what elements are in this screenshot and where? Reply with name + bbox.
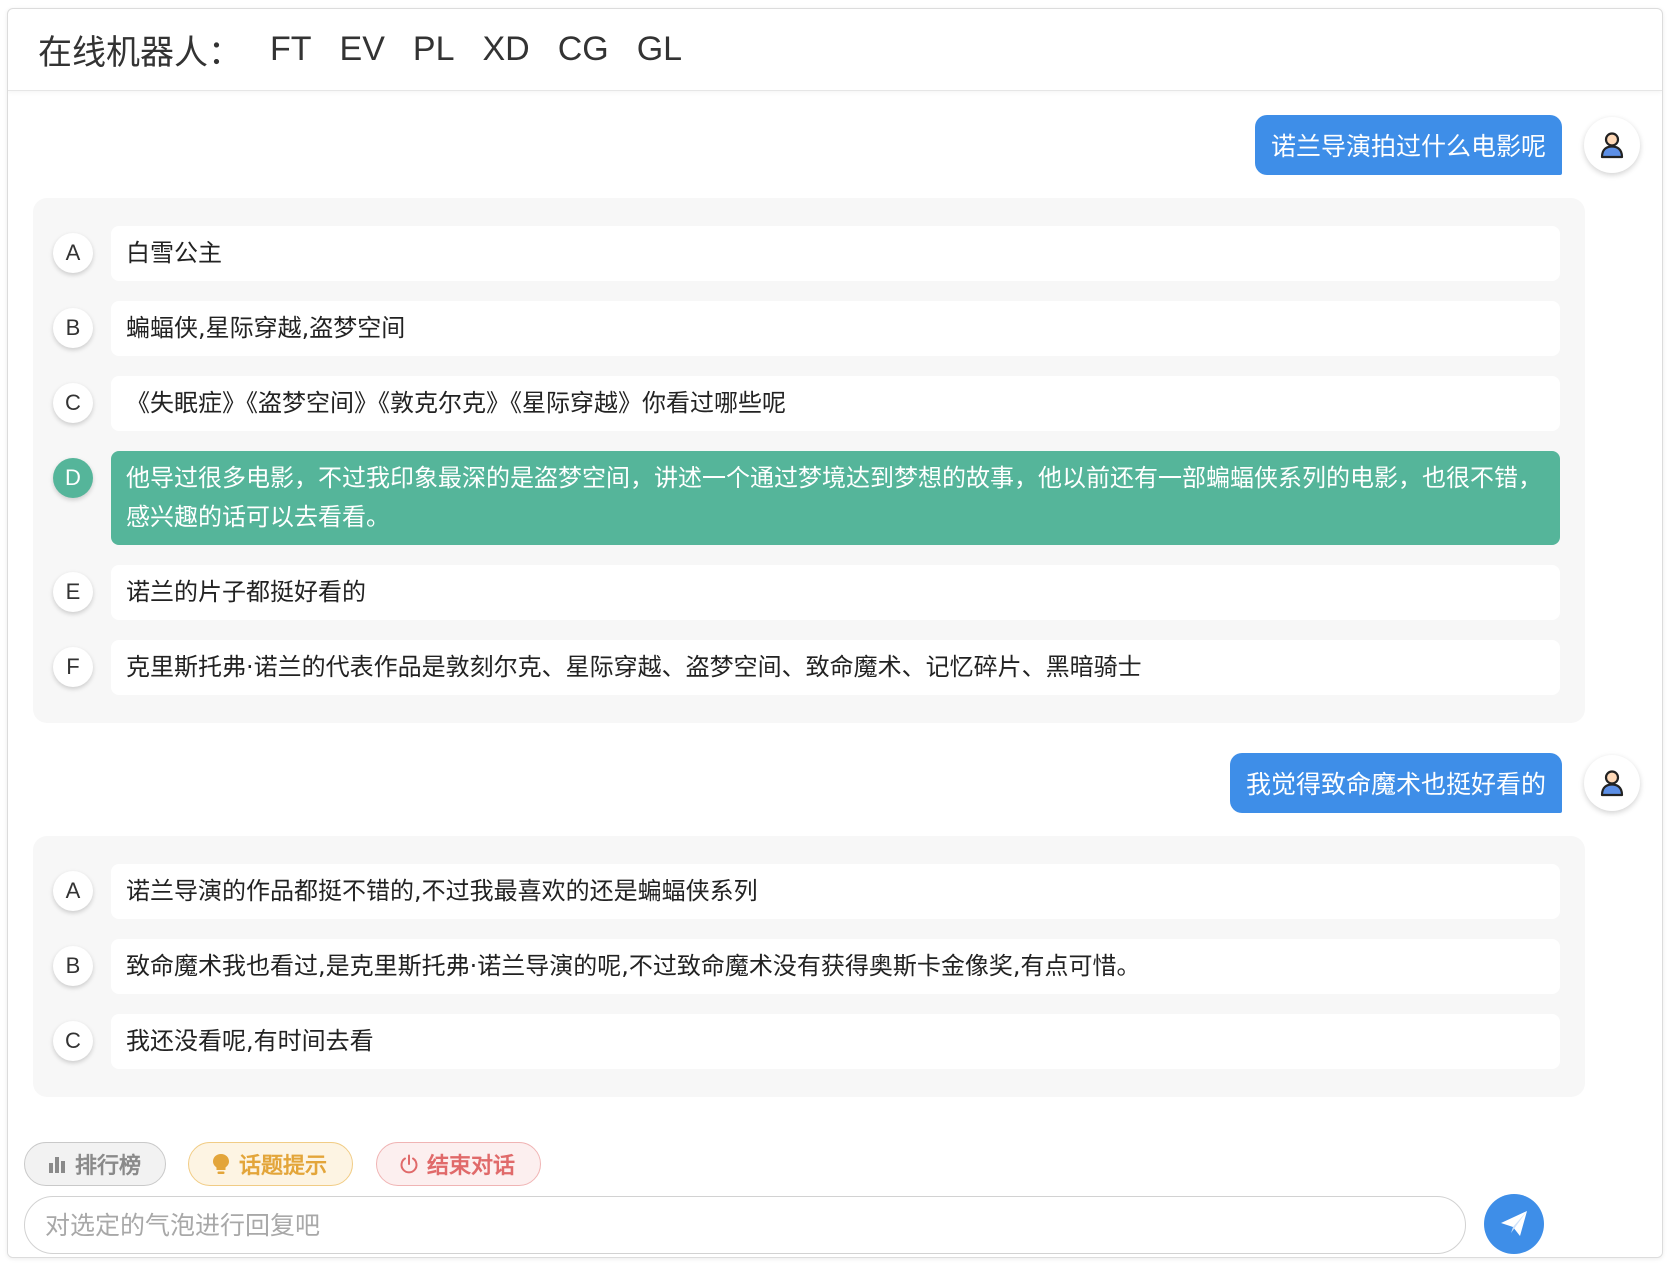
lightbulb-icon (211, 1153, 231, 1175)
reply-options-group: A 白雪公主 B 蝙蝠侠,星际穿越,盗梦空间 C 《失眠症》《盗梦空间》《敦克尔… (33, 198, 1585, 723)
header: 在线机器人： FT EV PL XD CG GL (8, 9, 1662, 91)
bot-cg[interactable]: CG (558, 30, 609, 69)
option-letter: A (53, 233, 93, 273)
end-conversation-label: 结束对话 (427, 1154, 516, 1179)
paper-plane-icon (1498, 1208, 1530, 1240)
user-message-bubble: 我觉得致命魔术也挺好看的 (1229, 753, 1562, 813)
option-letter: C (53, 383, 93, 423)
user-message-row: 我觉得致命魔术也挺好看的 (1229, 752, 1640, 814)
power-icon (399, 1154, 419, 1174)
option-letter: D (53, 458, 93, 498)
reply-options-group: A 诺兰导演的作品都挺不错的,不过我最喜欢的还是蝙蝠侠系列 B 致命魔术我也看过… (33, 836, 1585, 1097)
reply-input[interactable] (24, 1196, 1466, 1254)
reply-option-b[interactable]: B 蝙蝠侠,星际穿越,盗梦空间 (53, 301, 1560, 356)
option-text: 他导过很多电影，不过我印象最深的是盗梦空间，讲述一个通过梦境达到梦想的故事，他以… (111, 451, 1560, 545)
option-letter: B (53, 946, 93, 986)
bot-xd[interactable]: XD (483, 30, 530, 69)
bar-chart-icon (47, 1154, 67, 1174)
bot-ev[interactable]: EV (340, 30, 385, 69)
option-letter: E (53, 572, 93, 612)
chat-area[interactable]: 诺兰导演拍过什么电影呢 A 白雪公主 B 蝙蝠侠,星际穿越,盗梦空间 C 《失眠… (8, 92, 1662, 1132)
end-conversation-button[interactable]: 结束对话 (376, 1142, 541, 1186)
option-text: 《失眠症》《盗梦空间》《敦克尔克》《星际穿越》你看过哪些呢 (111, 376, 1560, 431)
reply-option-a[interactable]: A 白雪公主 (53, 226, 1560, 281)
reply-option-c[interactable]: C 我还没看呢,有时间去看 (53, 1014, 1560, 1069)
leaderboard-label: 排行榜 (75, 1154, 142, 1179)
reply-option-f[interactable]: F 克里斯托弗·诺兰的代表作品是敦刻尔克、星际穿越、盗梦空间、致命魔术、记忆碎片… (53, 640, 1560, 695)
option-letter: F (53, 647, 93, 687)
user-message-bubble: 诺兰导演拍过什么电影呢 (1254, 115, 1562, 175)
option-text: 克里斯托弗·诺兰的代表作品是敦刻尔克、星际穿越、盗梦空间、致命魔术、记忆碎片、黑… (111, 640, 1560, 695)
bot-ft[interactable]: FT (270, 30, 312, 69)
reply-option-e[interactable]: E 诺兰的片子都挺好看的 (53, 565, 1560, 620)
option-text: 蝙蝠侠,星际穿越,盗梦空间 (111, 301, 1560, 356)
bot-gl[interactable]: GL (637, 30, 682, 69)
topic-hint-button[interactable]: 话题提示 (188, 1142, 353, 1186)
leaderboard-button[interactable]: 排行榜 (24, 1142, 166, 1186)
chat-window: 在线机器人： FT EV PL XD CG GL 诺兰导演拍过什么电影呢 A 白… (7, 8, 1663, 1258)
reply-option-d-selected[interactable]: D 他导过很多电影，不过我印象最深的是盗梦空间，讲述一个通过梦境达到梦想的故事，… (53, 451, 1560, 545)
reply-option-b[interactable]: B 致命魔术我也看过,是克里斯托弗·诺兰导演的呢,不过致命魔术没有获得奥斯卡金像… (53, 939, 1560, 994)
option-letter: C (53, 1021, 93, 1061)
send-button[interactable] (1484, 1194, 1544, 1254)
bottom-toolbar: 排行榜 话题提示 结束对话 (8, 1132, 1662, 1257)
bot-pl[interactable]: PL (413, 30, 455, 69)
reply-option-a[interactable]: A 诺兰导演的作品都挺不错的,不过我最喜欢的还是蝙蝠侠系列 (53, 864, 1560, 919)
user-avatar-icon (1584, 755, 1640, 811)
option-text: 我还没看呢,有时间去看 (111, 1014, 1560, 1069)
reply-option-c[interactable]: C 《失眠症》《盗梦空间》《敦克尔克》《星际穿越》你看过哪些呢 (53, 376, 1560, 431)
option-letter: A (53, 871, 93, 911)
option-text: 白雪公主 (111, 226, 1560, 281)
option-text: 致命魔术我也看过,是克里斯托弗·诺兰导演的呢,不过致命魔术没有获得奥斯卡金像奖,… (111, 939, 1560, 994)
option-text: 诺兰的片子都挺好看的 (111, 565, 1560, 620)
online-bots-title: 在线机器人： (38, 33, 242, 73)
topic-hint-label: 话题提示 (239, 1154, 328, 1179)
option-letter: B (53, 308, 93, 348)
user-message-row: 诺兰导演拍过什么电影呢 (1254, 114, 1640, 176)
user-avatar-icon (1584, 117, 1640, 173)
option-text: 诺兰导演的作品都挺不错的,不过我最喜欢的还是蝙蝠侠系列 (111, 864, 1560, 919)
